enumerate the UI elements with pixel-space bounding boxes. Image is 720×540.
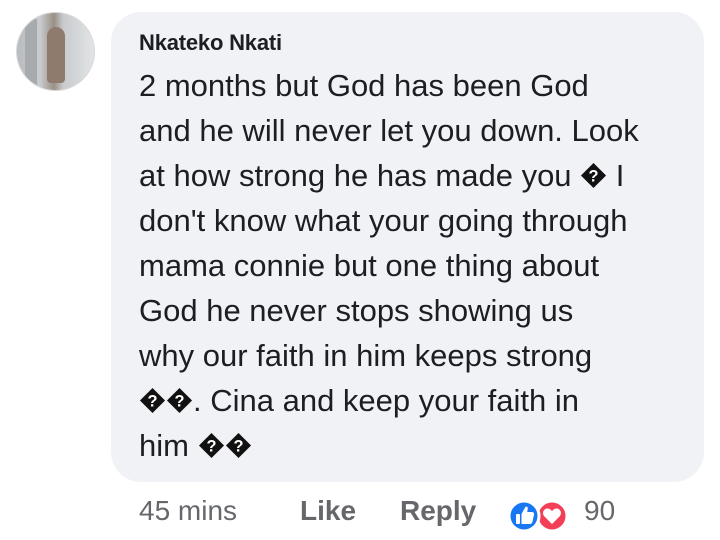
timestamp-link[interactable]: 45 mins bbox=[139, 495, 237, 527]
comment-avatar[interactable] bbox=[16, 12, 95, 91]
svg-text:?: ? bbox=[147, 392, 157, 410]
replacement-char-icon: ? bbox=[198, 432, 224, 459]
comment-line: mama connie but one thing about bbox=[139, 248, 600, 283]
avatar-figure bbox=[47, 27, 65, 83]
replacement-char-icon: ? bbox=[581, 162, 607, 189]
avatar-background bbox=[25, 19, 37, 89]
svg-text:?: ? bbox=[589, 167, 599, 185]
reply-button[interactable]: Reply bbox=[400, 495, 476, 527]
comment-line: at how strong he has made you ? I bbox=[139, 158, 625, 193]
replacement-char-icon: ? bbox=[225, 432, 251, 459]
replacement-char-icon: ? bbox=[166, 387, 193, 414]
thumbs-up-icon bbox=[507, 499, 541, 533]
comment-line: 2 months but God has been God bbox=[139, 68, 589, 103]
comment-line: ??. Cina and keep your faith in bbox=[139, 378, 699, 423]
heart-icon bbox=[535, 499, 569, 533]
comment-line: why our faith in him keeps strong bbox=[139, 338, 593, 373]
comment-line: God he never stops showing us bbox=[139, 293, 574, 328]
comment-line: him ?? bbox=[139, 423, 699, 468]
svg-text:?: ? bbox=[233, 437, 243, 455]
comment-line: and he will never let you down. Look bbox=[139, 113, 639, 148]
svg-text:?: ? bbox=[174, 392, 184, 410]
comment-author[interactable]: Nkateko Nkati bbox=[139, 30, 282, 56]
replacement-char-icon: ? bbox=[139, 387, 166, 414]
comment-text: 2 months but God has been God and he wil… bbox=[139, 63, 699, 468]
svg-text:?: ? bbox=[206, 437, 216, 455]
comment-line: don't know what your going through bbox=[139, 203, 628, 238]
reaction-count[interactable]: 90 bbox=[584, 495, 615, 527]
like-button[interactable]: Like bbox=[300, 495, 356, 527]
reactions-summary[interactable] bbox=[507, 499, 573, 533]
